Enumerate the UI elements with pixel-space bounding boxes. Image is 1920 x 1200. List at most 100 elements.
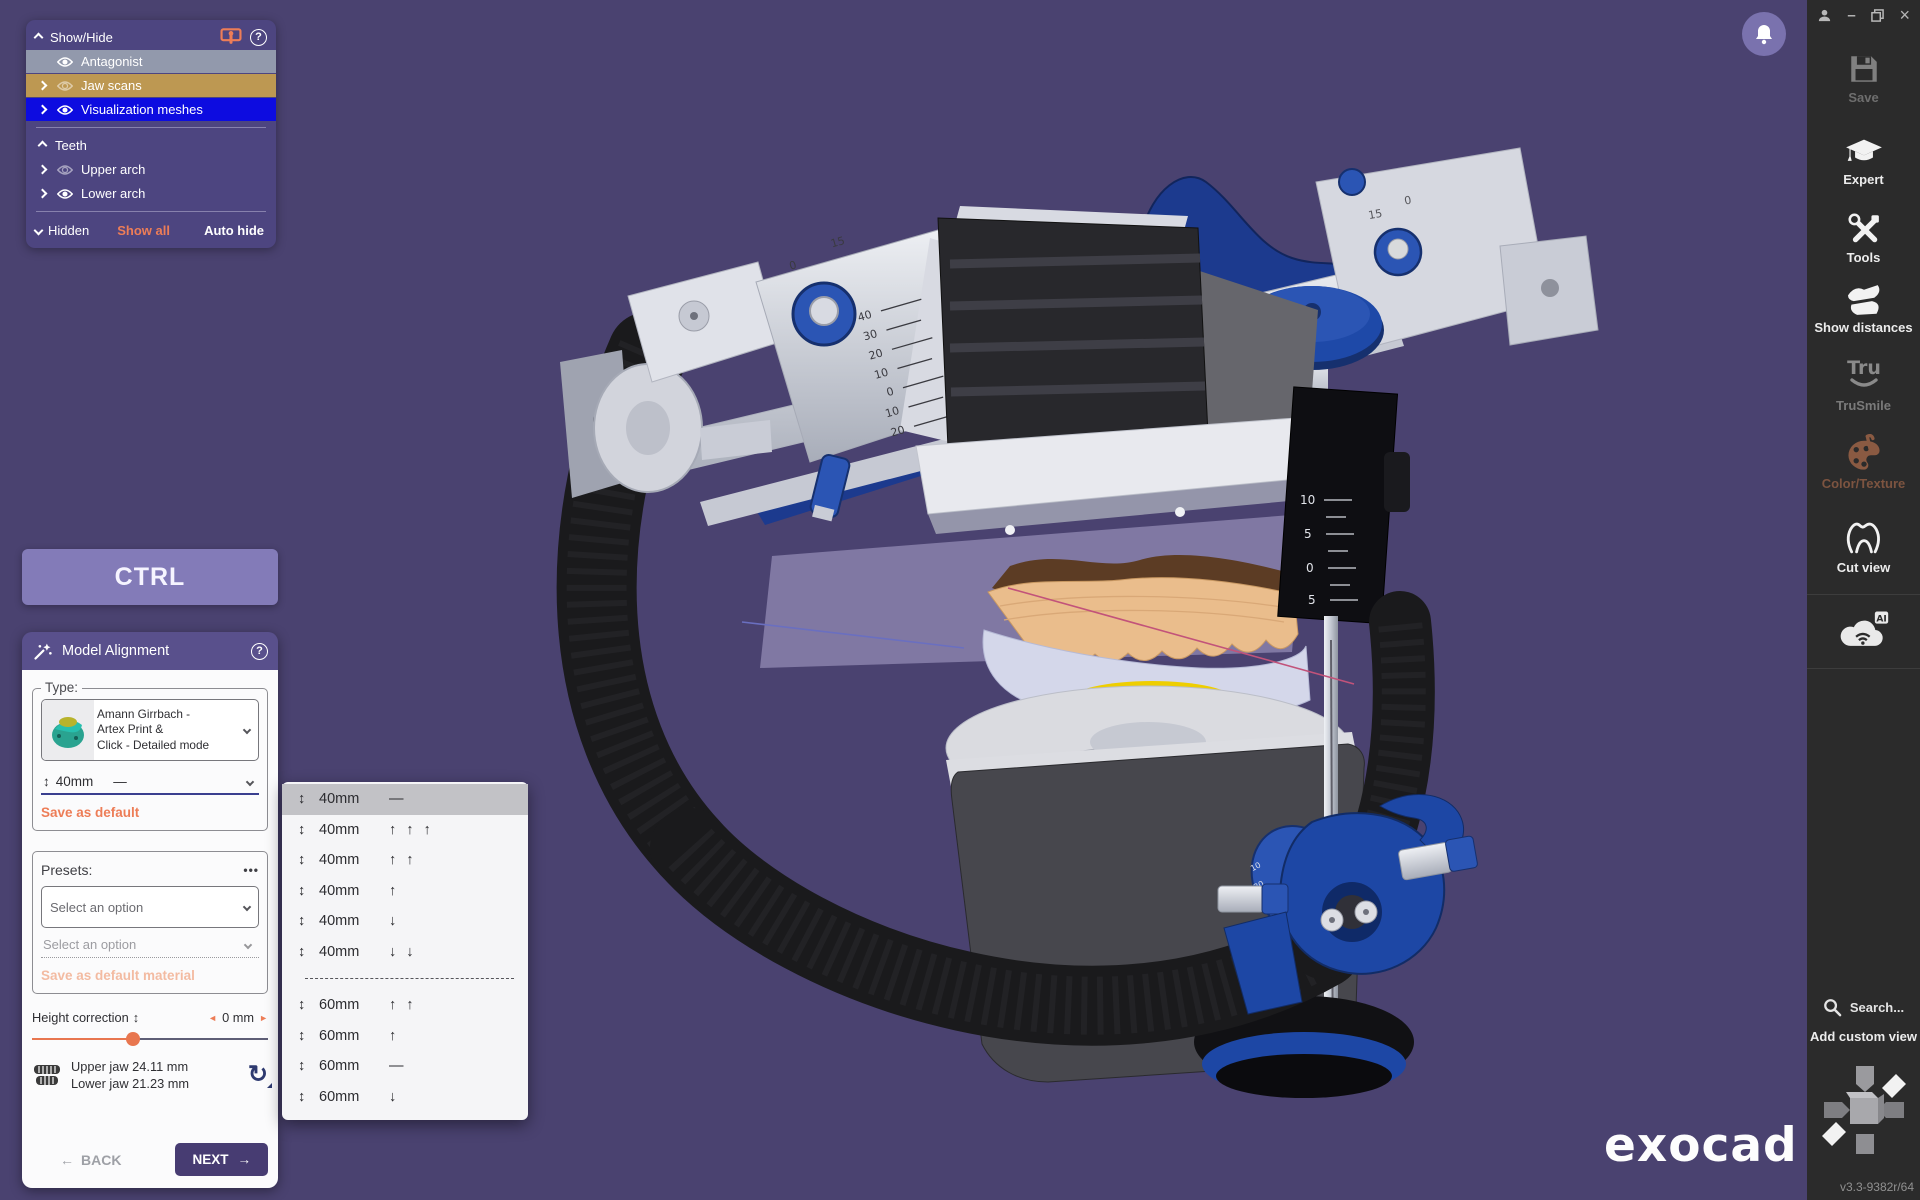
save-as-default-button[interactable]: Save as default xyxy=(41,805,259,820)
eye-visible-icon[interactable] xyxy=(57,56,73,68)
decrement-button[interactable]: ◄ xyxy=(208,1013,217,1023)
articulator-type-value: Amann Girrbach - Artex Print & Click - D… xyxy=(94,707,244,753)
layer-label: Upper arch xyxy=(81,162,145,177)
eye-visible-icon[interactable] xyxy=(57,188,73,200)
updown-icon: ↕ xyxy=(133,1010,139,1025)
updown-icon: ↕ xyxy=(298,913,312,929)
updown-icon: ↕ xyxy=(298,822,312,838)
exocad-logo: exocad xyxy=(1604,1118,1798,1173)
height-correction-row: Height correction ↕ ◄ 0 mm ► xyxy=(32,1010,268,1025)
articulator-type-select[interactable]: Amann Girrbach - Artex Print & Click - D… xyxy=(41,699,259,761)
window-controls: – × xyxy=(1807,4,1920,26)
height-correction-label: Height correction xyxy=(32,1010,129,1025)
model-alignment-panel: Model Alignment ? Type: Aman xyxy=(22,632,278,1188)
search-icon xyxy=(1823,998,1842,1017)
dropdown-option[interactable]: ↕ 40mm↑ ↑ xyxy=(282,845,528,876)
expand-icon[interactable] xyxy=(37,81,47,91)
view-cube-icon xyxy=(1816,1058,1912,1162)
chevron-down-icon xyxy=(243,903,251,911)
sidebar-item-save: Save xyxy=(1807,52,1920,106)
slider-handle[interactable] xyxy=(126,1032,140,1046)
pin-height-select[interactable]: ↕ 40mm — xyxy=(41,770,259,795)
eye-dim-icon[interactable] xyxy=(57,164,73,176)
svg-text:5: 5 xyxy=(1304,527,1312,541)
layer-row-antagonist[interactable]: Antagonist xyxy=(26,50,276,73)
expand-icon[interactable] xyxy=(37,165,47,175)
show-all-button[interactable]: Show all xyxy=(117,223,170,238)
wizard-footer: ← BACK NEXT → xyxy=(32,1135,268,1176)
layer-row-jaw-scans[interactable]: Jaw scans xyxy=(26,74,276,97)
layer-label: Lower arch xyxy=(81,186,145,201)
teeth-section-header[interactable]: Teeth xyxy=(26,134,276,157)
show-hide-header[interactable]: Show/Hide ? xyxy=(26,25,276,49)
layer-row-upper-arch[interactable]: Upper arch xyxy=(26,158,276,181)
sidebar-item-cut-view[interactable]: Cut view xyxy=(1807,518,1920,576)
notification-bell-button[interactable] xyxy=(1742,12,1786,56)
back-arrow-icon: ← xyxy=(60,1152,74,1168)
tools-icon xyxy=(1846,212,1882,246)
touch-display-icon[interactable] xyxy=(220,28,242,46)
material-select[interactable]: Select an option xyxy=(41,932,259,958)
increment-button[interactable]: ► xyxy=(259,1013,268,1023)
presets-fieldset: Presets: ••• Select an option Select an … xyxy=(32,851,268,994)
distances-jaws-icon xyxy=(1844,284,1884,316)
sync-button[interactable]: ↻ xyxy=(248,1063,268,1087)
height-correction-value: 0 mm xyxy=(222,1010,254,1025)
eye-visible-icon[interactable] xyxy=(57,104,73,116)
model-alignment-body: Type: Amann Girrbach - Artex Print & xyxy=(22,670,278,1188)
dropdown-separator xyxy=(305,978,514,979)
divider xyxy=(1807,668,1920,669)
preset-select[interactable]: Select an option xyxy=(41,886,259,928)
dropdown-option[interactable]: ↕ 60mm↓ xyxy=(282,1082,528,1113)
minimize-button[interactable]: – xyxy=(1847,7,1855,24)
sidebar-item-tools[interactable]: Tools xyxy=(1807,212,1920,266)
auto-hide-button[interactable]: Auto hide xyxy=(204,223,264,238)
wand-icon xyxy=(32,641,53,662)
sidebar-item-cloud-ai[interactable]: AI xyxy=(1807,608,1920,652)
dropdown-option[interactable]: ↕ 60mm— xyxy=(282,1051,528,1082)
layer-row-lower-arch[interactable]: Lower arch xyxy=(26,182,276,205)
dropdown-option[interactable]: ↕ 60mm↑ ↑ xyxy=(282,990,528,1021)
updown-icon: ↕ xyxy=(298,1058,312,1074)
dropdown-option[interactable]: ↕ 40mm— xyxy=(282,784,528,815)
add-custom-view-button[interactable]: Add custom view xyxy=(1807,1030,1920,1045)
sidebar-item-expert[interactable]: Expert xyxy=(1807,138,1920,188)
view-cube-widget[interactable] xyxy=(1807,1058,1920,1162)
upper-jaw-value: Upper jaw 24.11 mm xyxy=(71,1059,188,1074)
svg-text:15: 15 xyxy=(1367,207,1383,222)
user-icon[interactable] xyxy=(1817,8,1832,23)
dropdown-option[interactable]: ↕ 40mm↑ ↑ ↑ xyxy=(282,815,528,846)
dropdown-option[interactable]: ↕ 40mm↑ xyxy=(282,876,528,907)
dropdown-option[interactable]: ↕ 60mm↑ xyxy=(282,1021,528,1052)
sidebar-search[interactable]: Search... xyxy=(1807,998,1920,1017)
help-icon[interactable]: ? xyxy=(250,29,267,46)
close-button[interactable]: × xyxy=(1899,5,1910,26)
expand-icon[interactable] xyxy=(37,105,47,115)
expand-icon[interactable] xyxy=(37,189,47,199)
layer-row-visualization-meshes[interactable]: Visualization meshes xyxy=(26,98,276,121)
jaw-measurements: Upper jaw 24.11 mm Lower jaw 21.23 mm ↻ xyxy=(32,1058,268,1093)
restore-icon[interactable] xyxy=(1871,9,1884,22)
back-button[interactable]: ← BACK xyxy=(60,1152,121,1168)
preset-placeholder: Select an option xyxy=(50,900,143,915)
dropdown-option[interactable]: ↕ 40mm↓ xyxy=(282,906,528,937)
next-button[interactable]: NEXT → xyxy=(175,1143,268,1176)
hidden-section-title: Hidden xyxy=(48,223,89,238)
updown-icon: ↕ xyxy=(298,944,312,960)
sidebar-item-color-texture: Color/Texture xyxy=(1807,434,1920,492)
help-icon[interactable]: ? xyxy=(251,643,268,660)
type-fieldset: Type: Amann Girrbach - Artex Print & xyxy=(32,688,268,831)
next-arrow-icon: → xyxy=(238,1152,252,1167)
hidden-expand-icon[interactable] xyxy=(34,225,44,235)
height-correction-slider[interactable] xyxy=(32,1032,268,1046)
dropdown-option[interactable]: ↕ 40mm↓ ↓ xyxy=(282,937,528,968)
layer-label: Visualization meshes xyxy=(81,102,203,117)
svg-text:0: 0 xyxy=(788,258,798,272)
presets-legend: Presets: xyxy=(41,862,92,878)
chevron-down-icon xyxy=(246,777,254,785)
sidebar-item-show-distances[interactable]: Show distances xyxy=(1807,284,1920,336)
eye-dim-icon[interactable] xyxy=(57,80,73,92)
ctrl-key-overlay: CTRL xyxy=(22,549,278,605)
updown-icon: ↕ xyxy=(43,774,50,789)
presets-menu-button[interactable]: ••• xyxy=(243,863,259,877)
